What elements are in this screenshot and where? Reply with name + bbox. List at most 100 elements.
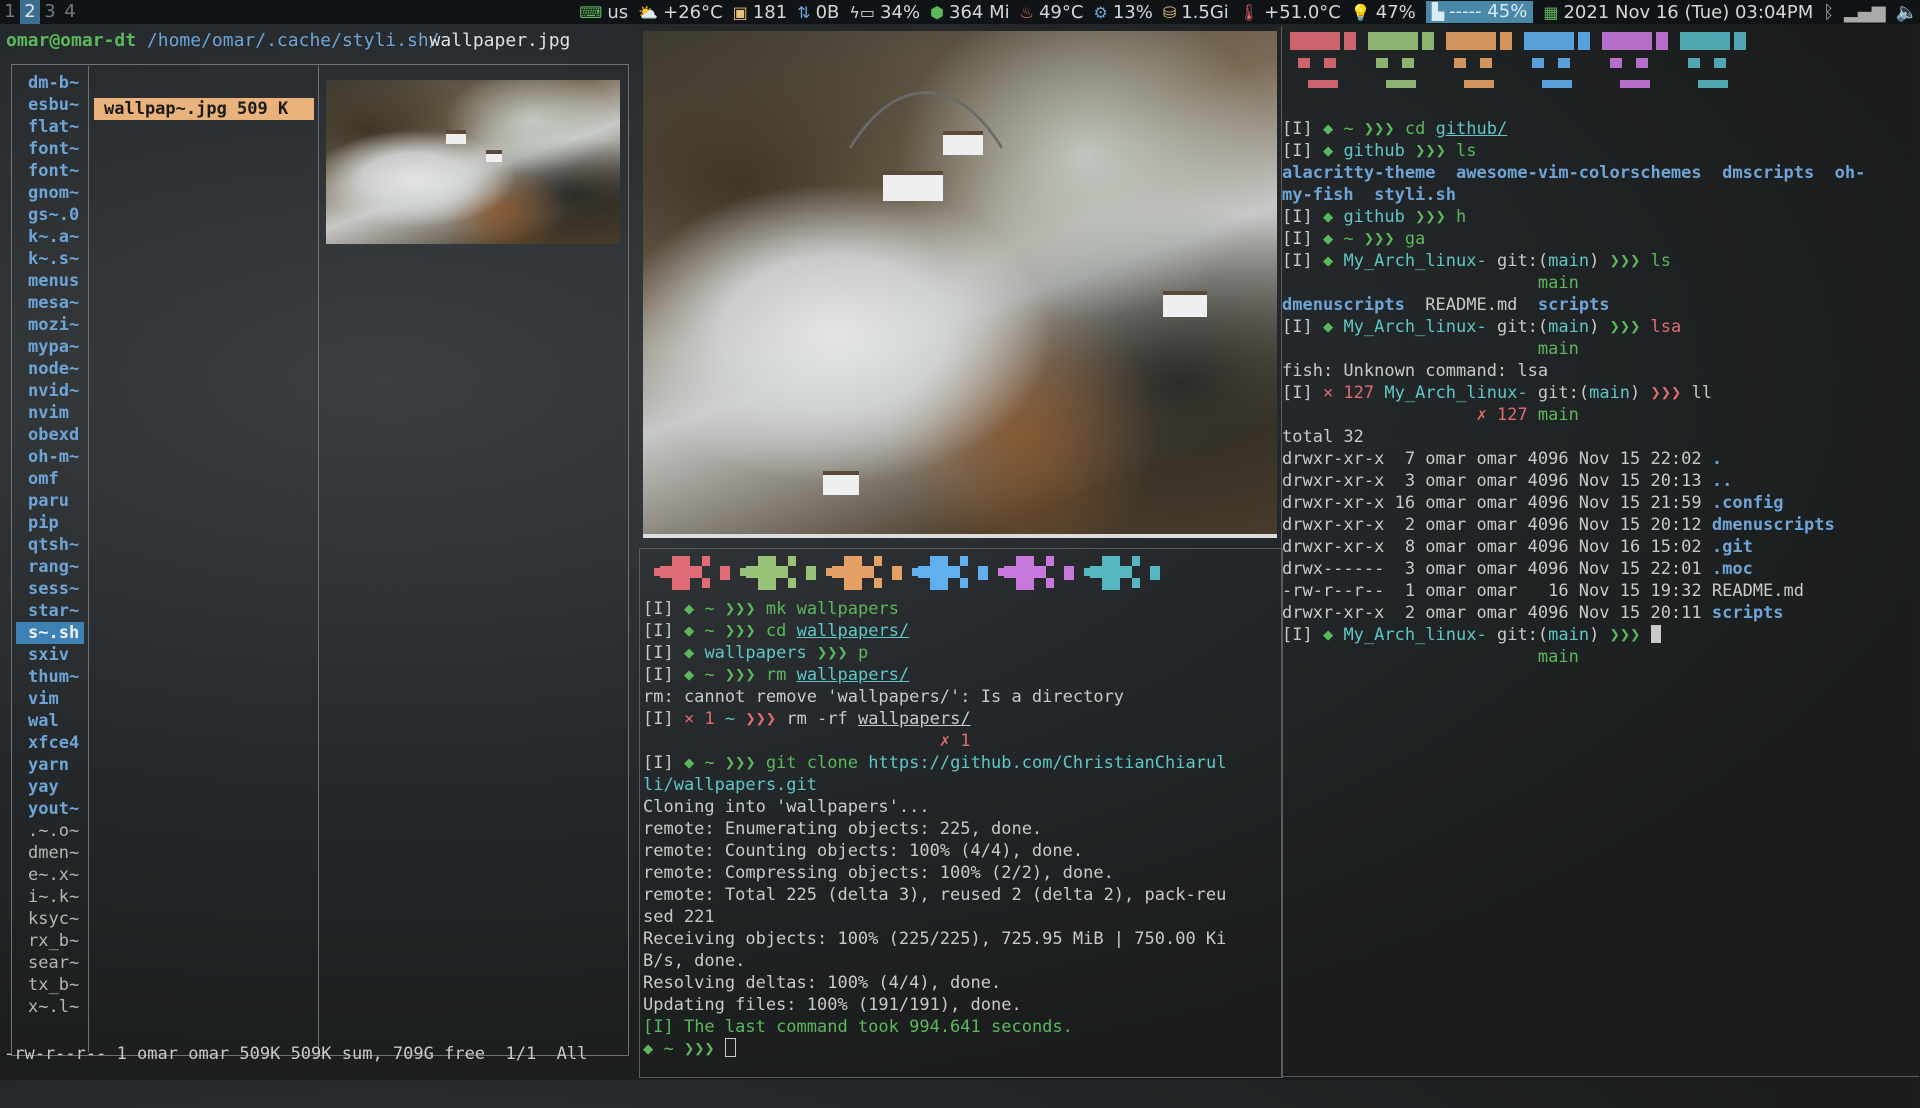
terminal-line: remote: Enumerating objects: 225, done.	[643, 819, 1043, 839]
directory-entry[interactable]: yout~	[16, 798, 84, 820]
directory-entry[interactable]: k~.a~	[16, 226, 84, 248]
bluetooth-icon[interactable]: ᛒ	[1823, 2, 1834, 23]
terminal-middle[interactable]: [I] ◆ ~ ❯❯❯ mk wallpapers [I] ◆ ~ ❯❯❯ cd …	[643, 598, 1277, 1108]
package-icon: ▣	[732, 2, 748, 22]
thermometer-icon: 🌡	[1238, 2, 1260, 22]
calendar-icon: ▦	[1543, 2, 1559, 22]
color-swatch	[1368, 32, 1438, 96]
directory-entry[interactable]: node~	[16, 358, 84, 380]
selected-file[interactable]: wallpap~.jpg 509 K	[94, 98, 314, 120]
directory-entry[interactable]: yarn	[16, 754, 84, 776]
cpu-load-widget[interactable]: ⚙ 13%	[1093, 2, 1152, 23]
volume-widget[interactable]: ▙ ----- 45%	[1425, 1, 1534, 23]
directory-entry[interactable]: nvim	[16, 402, 84, 424]
clock-widget[interactable]: ▦ 2021 Nov 16 (Tue) 03:04PM	[1543, 2, 1813, 23]
terminal-line: remote: Compressing objects: 100% (2/2),…	[643, 863, 1114, 883]
directory-entry[interactable]: esbu~	[16, 94, 84, 116]
terminal-line: remote: Total 225 (delta 3), reused 2 (d…	[643, 885, 1227, 905]
speaker-icon[interactable]: 🔈	[1896, 2, 1918, 23]
terminal-line: drwxr-xr-x 7 omar omar 4096 Nov 15 22:02…	[1282, 449, 1723, 469]
hidden-entry[interactable]: .~.o~	[16, 820, 84, 842]
directory-entry[interactable]: k~.s~	[16, 248, 84, 270]
house-shape	[486, 150, 502, 162]
terminal-cursor	[724, 1038, 736, 1057]
directory-entry[interactable]: mypa~	[16, 336, 84, 358]
directory-entry[interactable]: sxiv	[16, 644, 84, 666]
keyboard-layout[interactable]: ⌨ us	[579, 2, 628, 23]
color-swatch	[1602, 32, 1672, 96]
directory-entry[interactable]: menus	[16, 270, 84, 292]
wallpaper-preview-thumbnail	[326, 80, 620, 244]
workspace-2[interactable]: 2	[20, 0, 40, 24]
directory-entry[interactable]: mesa~	[16, 292, 84, 314]
house-shape	[446, 130, 466, 144]
flame-icon: ♨	[1019, 2, 1034, 22]
terminal-line: drwxr-xr-x 8 omar omar 4096 Nov 16 15:02…	[1282, 537, 1753, 557]
directory-entry[interactable]: rang~	[16, 556, 84, 578]
directory-entry[interactable]: s~.sh	[16, 622, 84, 644]
hidden-entry[interactable]: dmen~	[16, 842, 84, 864]
workspace-1[interactable]: 1	[0, 0, 20, 24]
terminal-right[interactable]: [I] ◆ ~ ❯❯❯ cd github/[I] ◆ github ❯❯❯ l…	[1282, 118, 1918, 668]
directory-entry[interactable]: star~	[16, 600, 84, 622]
updates-widget[interactable]: ▣ 181	[733, 2, 787, 23]
directory-entry[interactable]: gs~.0	[16, 204, 84, 226]
weather-icon: ⛅	[638, 2, 659, 22]
directory-entry[interactable]: dm-b~	[16, 72, 84, 94]
directory-entry[interactable]: font~	[16, 160, 84, 182]
terminal-line: my-fish styli.sh	[1282, 185, 1456, 205]
battery-widget[interactable]: ϟ▭ 34%	[849, 2, 920, 23]
hidden-entry[interactable]: tx_b~	[16, 974, 84, 996]
wifi-signal-icon[interactable]: ▂▄▆	[1844, 2, 1886, 23]
workspace-3[interactable]: 3	[40, 0, 60, 24]
directory-entry[interactable]: pip	[16, 512, 84, 534]
directory-entry[interactable]: yay	[16, 776, 84, 798]
directory-entry[interactable]: vim	[16, 688, 84, 710]
memory-widget[interactable]: ⬢ 364 Mi	[930, 2, 1010, 23]
brightness-widget[interactable]: 💡 47%	[1351, 2, 1416, 23]
ranger-file-manager: omar@omar-dt /home/omar/.cache/styli.sh/…	[0, 24, 640, 1080]
terminal-line: Receiving objects: 100% (225/225), 725.9…	[643, 929, 1227, 949]
directory-entry[interactable]: oh-m~	[16, 446, 84, 468]
terminal-line: -rw-r--r-- 1 omar omar 16 Nov 15 19:32 R…	[1282, 581, 1804, 601]
directory-entry[interactable]: qtsh~	[16, 534, 84, 556]
workspace-4[interactable]: 4	[60, 0, 80, 24]
hidden-entry[interactable]: e~.x~	[16, 864, 84, 886]
color-swatch	[912, 556, 998, 590]
directory-entry[interactable]: flat~	[16, 116, 84, 138]
image-border	[643, 534, 1277, 538]
house-shape	[1163, 291, 1207, 317]
directory-entry[interactable]: mozi~	[16, 314, 84, 336]
directory-entry[interactable]: paru	[16, 490, 84, 512]
terminal-line: [I] × 1 ~ ❯❯❯ rm -rf wallpapers/	[643, 709, 971, 729]
terminal-line: [I] ◆ My_Arch_linux- git:(main) ❯❯❯ lsa	[1282, 317, 1682, 337]
terminal-line: drwxr-xr-x 3 omar omar 4096 Nov 15 20:13…	[1282, 471, 1733, 491]
directory-entry[interactable]: font~	[16, 138, 84, 160]
color-swatch	[654, 556, 740, 590]
top-status-bar: 1234 ⌨ us ⛅ +26°C ▣ 181 ⇅ 0B ϟ▭ 34% ⬢ 364 Mi ♨…	[0, 0, 1920, 24]
directory-entry[interactable]: sess~	[16, 578, 84, 600]
directory-entry[interactable]: xfce4	[16, 732, 84, 754]
directory-entry[interactable]: thum~	[16, 666, 84, 688]
color-swatch	[1084, 556, 1170, 590]
directory-entry[interactable]: obexd	[16, 424, 84, 446]
directory-entry[interactable]: gnom~	[16, 182, 84, 204]
hidden-entry[interactable]: x~.l~	[16, 996, 84, 1018]
color-palette-blocks	[1290, 32, 1910, 96]
directory-entry[interactable]: nvid~	[16, 380, 84, 402]
disk-widget[interactable]: ⛁ 1.5Gi	[1163, 2, 1229, 23]
temp-widget[interactable]: 🌡 +51.0°C	[1239, 2, 1341, 23]
terminal-line: [I] ◆ ~ ❯❯❯ cd github/	[1282, 119, 1508, 139]
weather-widget[interactable]: ⛅ +26°C	[638, 2, 722, 23]
color-palette-row	[654, 556, 1170, 590]
directory-entry[interactable]: wal	[16, 710, 84, 732]
network-widget[interactable]: ⇅ 0B	[797, 2, 839, 23]
database-icon: ⛁	[1162, 2, 1177, 22]
hidden-entry[interactable]: sear~	[16, 952, 84, 974]
hidden-entry[interactable]: i~.k~	[16, 886, 84, 908]
hidden-entry[interactable]: rx_b~	[16, 930, 84, 952]
hidden-entry[interactable]: ksyc~	[16, 908, 84, 930]
cpu-temp-widget[interactable]: ♨ 49°C	[1020, 2, 1084, 23]
directory-entry[interactable]: omf	[16, 468, 84, 490]
workspace-switcher[interactable]: 1234	[0, 0, 80, 24]
